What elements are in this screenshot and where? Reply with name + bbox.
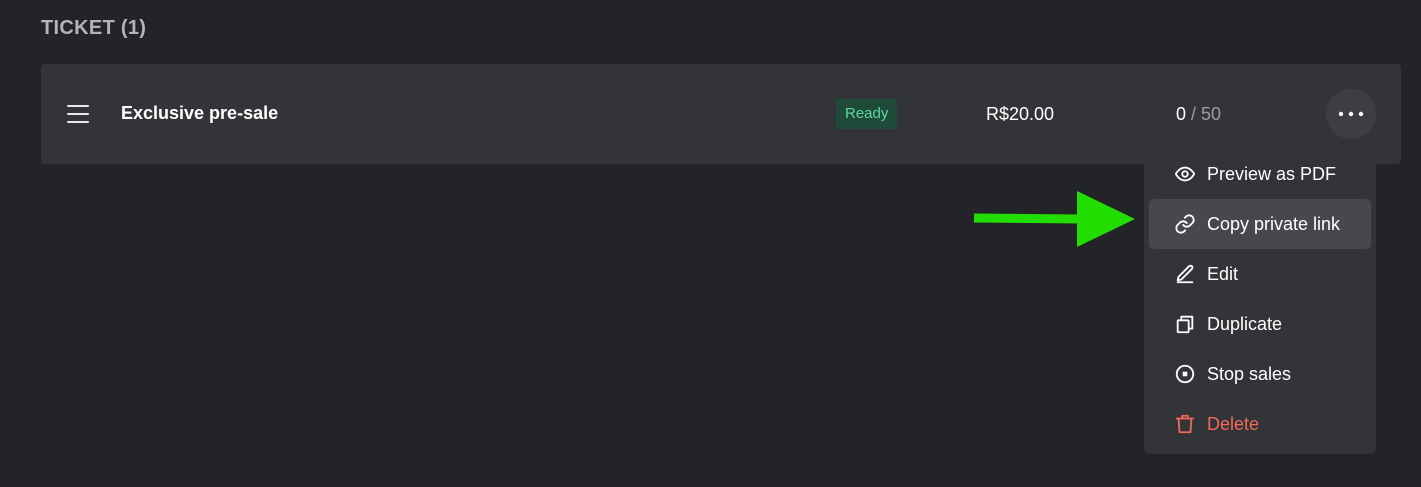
eye-icon <box>1174 163 1196 185</box>
menu-item-preview-pdf[interactable]: Preview as PDF <box>1149 149 1371 199</box>
more-options-button[interactable] <box>1326 89 1376 139</box>
menu-item-duplicate[interactable]: Duplicate <box>1149 299 1371 349</box>
menu-item-label: Preview as PDF <box>1207 163 1337 184</box>
status-badge: Ready <box>836 99 898 129</box>
section-title: TICKET (1) <box>41 17 147 39</box>
link-icon <box>1174 213 1196 235</box>
trash-icon <box>1174 413 1196 435</box>
ticket-name: Exclusive pre-sale <box>121 103 279 123</box>
sold-separator: / <box>1186 104 1202 124</box>
stop-circle-icon <box>1174 363 1196 385</box>
menu-item-label: Duplicate <box>1207 313 1283 334</box>
ticket-sold-count: 0 / 50 <box>1176 104 1221 125</box>
copy-icon <box>1174 313 1196 335</box>
ticket-actions-menu: Preview as PDF Copy private link Edit Du… <box>1144 148 1376 454</box>
sold-count: 0 <box>1176 104 1187 124</box>
more-horizontal-icon <box>1338 111 1364 117</box>
menu-item-label: Copy private link <box>1207 213 1341 234</box>
menu-item-edit[interactable]: Edit <box>1149 249 1371 299</box>
menu-item-label: Delete <box>1207 413 1260 434</box>
ticket-capacity: 50 <box>1201 104 1222 124</box>
menu-item-label: Stop sales <box>1207 363 1292 384</box>
menu-item-stop-sales[interactable]: Stop sales <box>1149 349 1371 399</box>
drag-handle-icon[interactable] <box>67 105 89 123</box>
pencil-icon <box>1174 263 1196 285</box>
menu-item-delete[interactable]: Delete <box>1149 399 1371 449</box>
annotation-arrow-icon <box>973 191 1135 247</box>
ticket-page: TICKET (1) Exclusive pre-sale Ready R$20… <box>0 0 1421 487</box>
ticket-price: R$20.00 <box>986 104 1055 124</box>
menu-item-label: Edit <box>1207 263 1239 284</box>
menu-item-copy-private-link[interactable]: Copy private link <box>1149 199 1371 249</box>
